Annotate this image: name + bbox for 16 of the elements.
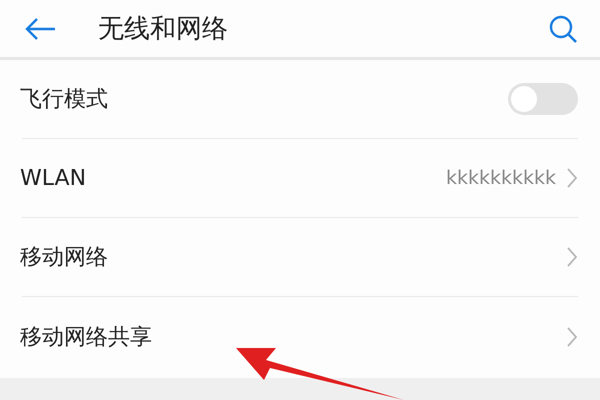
settings-row[interactable]: WLAN kkkkkkkkkk (22, 139, 578, 218)
search-icon[interactable] (548, 14, 578, 44)
row-label: 移动网络 (20, 244, 108, 272)
chevron-icon (566, 167, 578, 189)
row-label: WLAN (20, 166, 86, 190)
row-label: 移动网络共享 (20, 324, 152, 352)
settings-row[interactable]: 移动网络共享 (22, 297, 578, 376)
row-label: 飞行模式 (20, 86, 108, 114)
settings-row[interactable]: 移动网络 (22, 218, 578, 297)
row-value: kkkkkkkkkk (446, 167, 556, 189)
chevron-icon (566, 246, 578, 268)
settings-row[interactable]: 飞行模式 (22, 60, 578, 139)
page-title: 无线和网络 (98, 13, 229, 46)
back-icon[interactable] (24, 16, 56, 40)
toggle-switch[interactable] (508, 83, 578, 115)
chevron-icon (566, 326, 578, 348)
